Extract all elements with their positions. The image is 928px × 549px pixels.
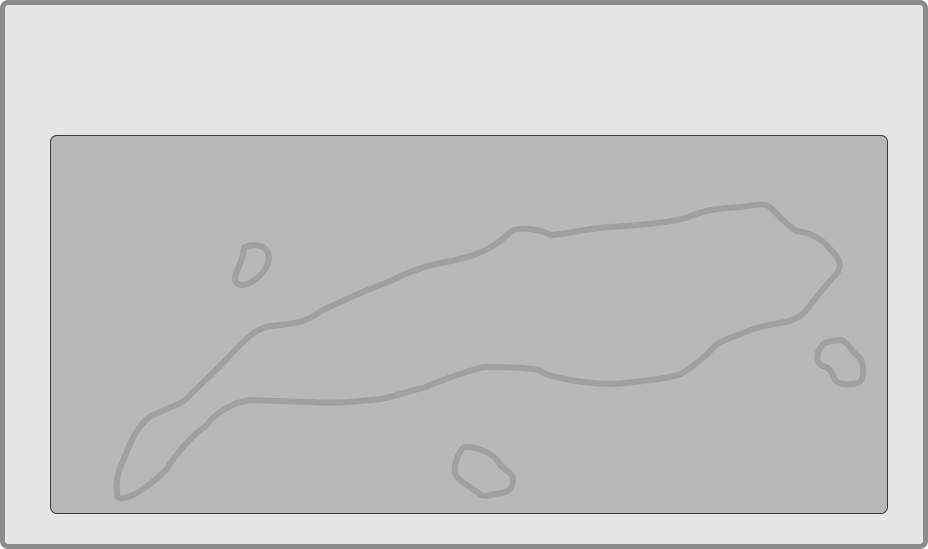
drawing-canvas[interactable] — [50, 135, 888, 514]
small-island-outline-right[interactable] — [814, 337, 867, 388]
canvas-drawing — [113, 201, 867, 502]
app-window — [0, 0, 928, 549]
small-island-outline-top-left[interactable] — [231, 242, 272, 289]
main-island-outline[interactable] — [113, 201, 843, 502]
small-island-outline-bottom[interactable] — [451, 443, 516, 499]
